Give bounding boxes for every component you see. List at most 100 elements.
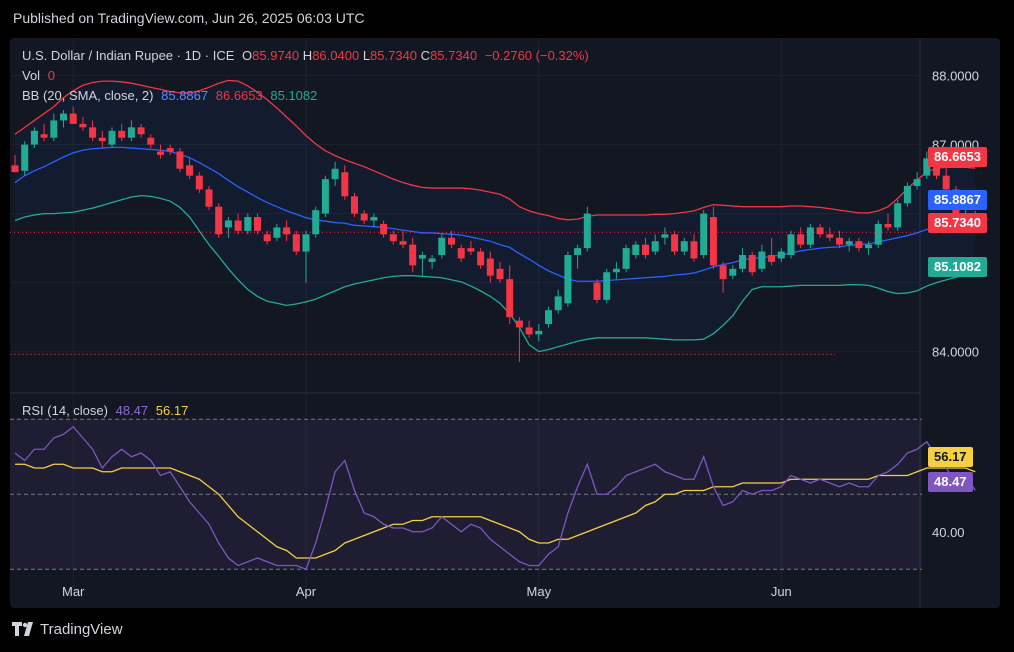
candle-body (690, 241, 698, 259)
candle-body (89, 127, 97, 138)
candle-body (283, 227, 291, 235)
bb-basis-value: 85.8867 (161, 88, 209, 103)
low-label: L (362, 48, 371, 63)
candle-body (913, 179, 921, 186)
low-value: 85.7340 (370, 48, 418, 63)
candle-body (457, 248, 465, 259)
candle (351, 192, 358, 218)
candle-body (719, 265, 727, 280)
candle-body (622, 248, 630, 269)
chart-legend: U.S. Dollar / Indian Rupee · 1D · ICE O 8… (22, 46, 589, 106)
candle-body (816, 227, 824, 235)
candle (593, 279, 601, 304)
candle-body (535, 330, 543, 335)
rsi-ma-value: 56.17 (155, 403, 189, 418)
candle-body (108, 130, 116, 145)
bb-upper-price-badge: 86.6653 (928, 147, 987, 167)
candle-body (894, 203, 902, 228)
candle-body (806, 227, 814, 245)
candle-body (739, 255, 746, 269)
change-value: −0.2760 (−0.32%) (484, 48, 589, 63)
rsi-legend-row: RSI (14, close) 48.47 56.17 (22, 403, 188, 418)
candle-body (147, 137, 155, 145)
bb-upper-value: 86.6653 (215, 88, 263, 103)
candle (321, 175, 329, 218)
bb-basis-price-badge: 85.8867 (928, 190, 987, 210)
rsi-value: 48.47 (115, 403, 149, 418)
candle-body (263, 234, 271, 242)
candle-body (467, 248, 475, 252)
candle-body (865, 244, 873, 249)
candle-body (729, 268, 737, 276)
candle-body (312, 210, 320, 235)
bb-label: BB (20, SMA, close, 2) (22, 88, 154, 103)
candle-body (855, 241, 863, 249)
candle-body (50, 120, 58, 138)
candle-body (273, 227, 281, 238)
candle (894, 199, 902, 231)
candle-body (244, 217, 252, 231)
candle-body (331, 168, 339, 180)
candle-body (826, 234, 834, 238)
candle-body (884, 223, 892, 228)
candle (787, 230, 795, 259)
candle-body (370, 217, 378, 221)
open-label: O (242, 48, 253, 63)
candle-body (942, 175, 950, 190)
candle (215, 203, 223, 238)
high-label: H (302, 48, 313, 63)
candle-body (486, 258, 494, 276)
price-tick-label: 88.0000 (932, 69, 979, 84)
candle (806, 223, 814, 249)
candle-body (903, 186, 911, 204)
close-value: 85.7340 (430, 48, 478, 63)
candle-body (79, 123, 87, 128)
candle-body (341, 172, 349, 197)
candle (700, 210, 708, 259)
candle-body (515, 320, 523, 328)
candle-body (477, 251, 485, 266)
candle-body (797, 234, 805, 245)
candle (603, 268, 611, 304)
candle-body (389, 234, 397, 242)
chart-area[interactable]: 88.000087.000084.000060.0040.00MarAprMay… (10, 38, 1000, 608)
time-tick-label: May (527, 584, 552, 599)
candle (176, 148, 184, 173)
volume-legend-row: Vol 0 (22, 66, 589, 86)
tradingview-logo-icon[interactable] (12, 622, 36, 636)
candle-body (21, 144, 29, 171)
rsi-tick-label: 40.00 (932, 525, 965, 540)
candle-body (205, 189, 213, 207)
symbol-title: U.S. Dollar / Indian Rupee · 1D · ICE (22, 48, 235, 63)
candle-body (671, 234, 679, 252)
candle-body (525, 327, 533, 335)
candle-body (137, 127, 145, 135)
candle-body (612, 268, 620, 273)
time-tick-label: Mar (62, 584, 85, 599)
candle-body (651, 241, 659, 252)
candle-body (709, 217, 717, 266)
bb-lower-value: 85.1082 (270, 88, 318, 103)
candle (748, 251, 756, 276)
top-bar: Published on TradingView.com, Jun 26, 20… (0, 0, 1014, 38)
tradingview-brand[interactable]: TradingView (40, 621, 123, 638)
candle (671, 230, 679, 255)
candle-body (661, 234, 669, 238)
candle-body (545, 310, 552, 324)
bb-fill (15, 80, 976, 352)
candle-body (118, 130, 126, 138)
last-price-badge: 85.7340 (928, 213, 987, 233)
candle (312, 206, 320, 238)
candle-body (438, 237, 446, 255)
candle-body (254, 217, 261, 231)
candle-body (593, 282, 601, 300)
candle-body (642, 244, 649, 255)
candle (622, 244, 630, 273)
candle-body (380, 223, 388, 235)
close-label: C (420, 48, 431, 63)
candle-body (428, 258, 436, 262)
candle-body (448, 237, 455, 245)
candle-body (836, 237, 843, 245)
candle-body (60, 113, 67, 121)
candle-body (321, 179, 329, 214)
